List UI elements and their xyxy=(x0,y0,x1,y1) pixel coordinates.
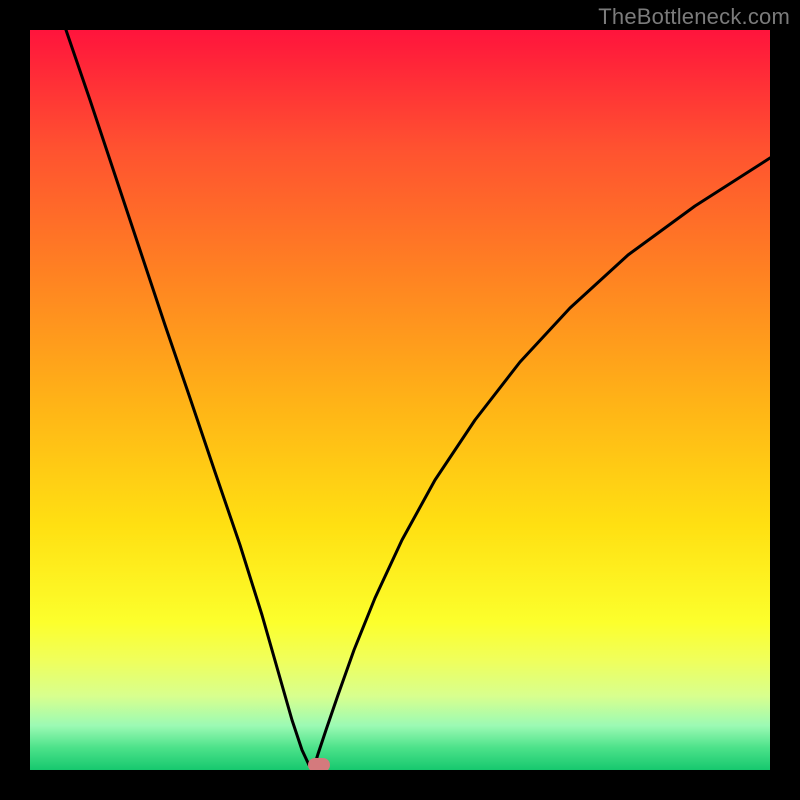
vertex-marker xyxy=(308,758,330,770)
watermark-text: TheBottleneck.com xyxy=(598,4,790,30)
plot-area xyxy=(30,30,770,770)
background-gradient xyxy=(30,30,770,770)
chart-frame: TheBottleneck.com xyxy=(0,0,800,800)
